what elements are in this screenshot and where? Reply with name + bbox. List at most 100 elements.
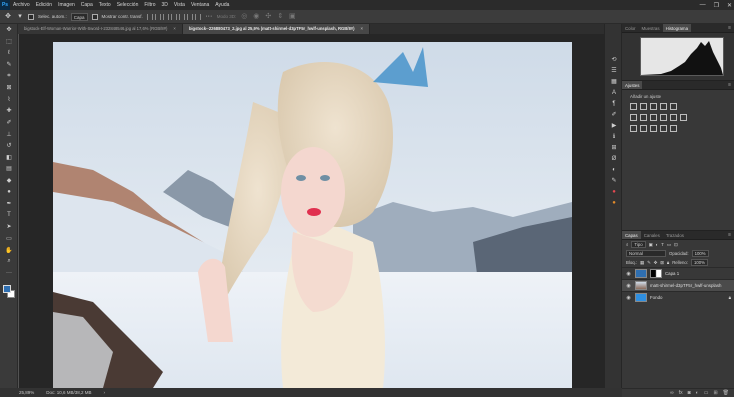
lasso-tool-icon[interactable]: ℓ [0, 47, 18, 59]
exposure-icon[interactable] [660, 103, 667, 110]
cloud-icon[interactable]: ● [605, 197, 623, 208]
dodge-tool-icon[interactable]: ● [0, 186, 18, 198]
close-icon[interactable]: × [361, 26, 363, 31]
invert-icon[interactable] [630, 125, 637, 132]
layer-style-icon[interactable]: fx [679, 390, 683, 396]
threshold-icon[interactable] [650, 125, 657, 132]
auto-select-checkbox[interactable] [28, 13, 34, 20]
panel-menu-icon[interactable]: ≡ [728, 231, 734, 239]
black-white-icon[interactable] [650, 114, 657, 121]
frame-tool-icon[interactable]: ⊠ [0, 82, 18, 94]
menu-archivo[interactable]: Archivo [10, 2, 33, 8]
photo-filter-icon[interactable] [660, 114, 667, 121]
pan-3d-icon[interactable]: ✣ [264, 13, 272, 21]
tab-paths[interactable]: Trazados [663, 231, 687, 239]
brightness-icon[interactable] [630, 103, 637, 110]
move-tool-icon[interactable]: ✥ [4, 13, 12, 21]
filter-adjust-icon[interactable]: ◐ [656, 242, 659, 247]
clone-stamp-tool-icon[interactable]: ⊥ [0, 128, 18, 140]
quick-select-tool-icon[interactable]: ✎ [0, 59, 18, 71]
foreground-color-swatch[interactable] [3, 285, 11, 293]
new-layer-icon[interactable]: ⊞ [713, 390, 717, 396]
menu-ventana[interactable]: Ventana [188, 2, 212, 8]
history-icon[interactable]: ⟲ [605, 54, 623, 65]
tab-color[interactable]: Color [622, 24, 639, 32]
channel-mixer-icon[interactable] [670, 114, 677, 121]
menu-ayuda[interactable]: Ayuda [212, 2, 232, 8]
filter-smart-icon[interactable]: ⊡ [674, 242, 678, 248]
adobe-stock-icon[interactable]: ● [605, 186, 623, 197]
info-icon[interactable]: ℹ [605, 131, 623, 142]
rectangle-tool-icon[interactable]: ▭ [0, 233, 18, 245]
maximize-button[interactable]: ❐ [714, 2, 719, 9]
color-lookup-icon[interactable] [680, 114, 687, 121]
layer-row[interactable]: ◉ matt-shirmel-d3pTF5r_hwlf-unsplash [622, 279, 734, 291]
character-icon[interactable]: A [605, 87, 623, 98]
healing-brush-tool-icon[interactable]: ✚ [0, 105, 18, 117]
menu-seleccion[interactable]: Selección [114, 2, 142, 8]
blur-tool-icon[interactable]: ◆ [0, 175, 18, 187]
paragraph-icon[interactable]: ¶ [605, 98, 623, 109]
delete-layer-icon[interactable]: 🗑︎ [723, 390, 729, 396]
opacity-input[interactable]: 100% [691, 250, 709, 257]
tab-bigstock[interactable]: bigstock--226880473_2.jpg al 25,9% (matt… [182, 24, 370, 34]
image-canvas[interactable] [53, 42, 572, 388]
tab-swatches[interactable]: Muestras [639, 24, 663, 32]
type-tool-icon[interactable]: T [0, 210, 18, 222]
actions-icon[interactable]: ▶ [605, 120, 623, 131]
zoom-level[interactable]: 25,89% [19, 390, 34, 395]
align-right-icon[interactable] [162, 13, 169, 20]
visibility-eye-icon[interactable]: ◉ [625, 271, 632, 277]
filter-type-icon[interactable]: T [661, 242, 664, 247]
levels-icon[interactable] [640, 103, 647, 110]
move-tool-icon[interactable]: ✥ [0, 24, 18, 36]
lock-all-icon[interactable]: 🔒︎ [667, 260, 669, 265]
posterize-icon[interactable] [640, 125, 647, 132]
styles-icon[interactable]: ◐ [605, 164, 623, 175]
pen-tool-icon[interactable]: ✒ [0, 198, 18, 210]
gradient-map-icon[interactable] [660, 125, 667, 132]
new-group-icon[interactable]: ▭ [704, 390, 709, 396]
swatches-icon[interactable]: ▦ [605, 76, 623, 87]
auto-select-dropdown[interactable]: Capa [70, 12, 88, 21]
path-selection-tool-icon[interactable]: ➤ [0, 221, 18, 233]
tab-layers[interactable]: Capas [622, 231, 641, 239]
zoom-tool-icon[interactable]: ⌕ [0, 256, 18, 268]
menu-filtro[interactable]: Filtro [141, 2, 158, 8]
visibility-eye-icon[interactable]: ◉ [625, 295, 632, 301]
fill-input[interactable]: 100% [690, 259, 708, 266]
close-icon[interactable]: × [173, 26, 175, 31]
tab-adjustments[interactable]: Ajustes [622, 81, 643, 89]
show-transform-checkbox[interactable] [91, 13, 98, 20]
marquee-tool-icon[interactable]: ⬚ [0, 36, 18, 48]
tab-elf-woman[interactable]: bigstock-Elf-Woman-Warrior-With-Sword-I-… [18, 24, 183, 34]
layer-filter-dropdown[interactable]: Tipo [631, 241, 646, 248]
properties-icon[interactable]: ☰ [605, 65, 623, 76]
brushes-icon[interactable]: ✐ [605, 109, 623, 120]
menu-texto[interactable]: Texto [96, 2, 114, 8]
selective-color-icon[interactable] [670, 125, 677, 132]
minimize-button[interactable]: — [700, 2, 706, 8]
filter-pixel-icon[interactable]: ▣ [649, 242, 653, 248]
glyphs-icon[interactable]: Ø [605, 153, 623, 164]
lock-pixels-icon[interactable]: ▦ [640, 260, 644, 266]
brush-tool-icon[interactable]: ✐ [0, 117, 18, 129]
align-left-icon[interactable] [146, 13, 153, 20]
distribute-icon[interactable] [194, 13, 201, 20]
more-tools-icon[interactable]: ··· [0, 267, 18, 279]
menu-3d[interactable]: 3D [159, 2, 171, 8]
align-top-icon[interactable] [170, 13, 177, 20]
lock-position-icon[interactable]: ✥ [654, 260, 658, 266]
eraser-tool-icon[interactable]: ◧ [0, 152, 18, 164]
layer-mask-thumbnail[interactable] [650, 269, 662, 278]
new-adjustment-icon[interactable]: ◐ [696, 390, 699, 396]
menu-capa[interactable]: Capa [78, 2, 96, 8]
filter-shape-icon[interactable]: ▭ [667, 242, 671, 248]
align-center-icon[interactable] [154, 13, 161, 20]
hue-saturation-icon[interactable] [630, 114, 637, 121]
layer-row[interactable]: ◉ Fondo 🔒︎ [622, 291, 734, 303]
visibility-eye-icon[interactable]: ◉ [625, 283, 632, 289]
blend-mode-dropdown[interactable]: Normal [626, 250, 666, 257]
tab-histogram[interactable]: Histograma [662, 24, 692, 32]
menu-imagen[interactable]: Imagen [55, 2, 78, 8]
